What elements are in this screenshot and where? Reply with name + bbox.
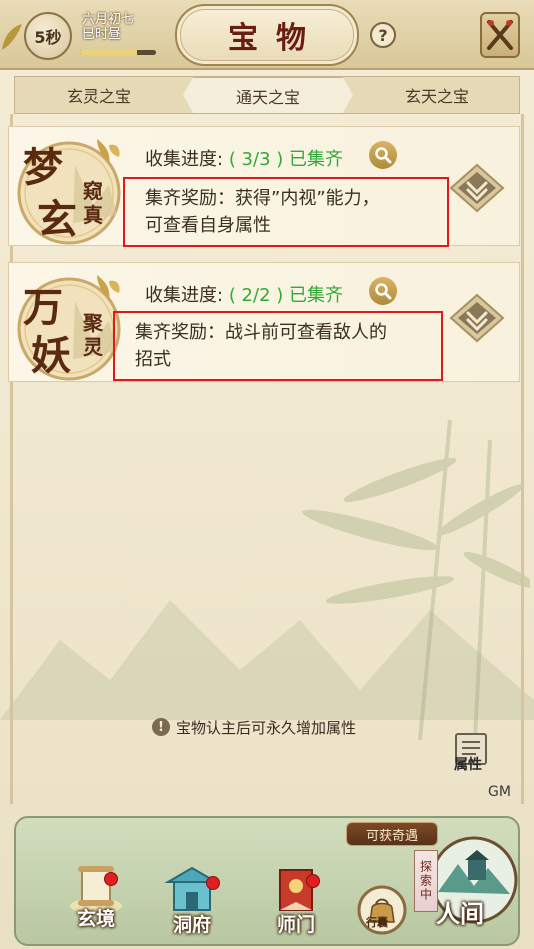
expand-down-icon[interactable] — [449, 163, 505, 213]
leaf-icon — [2, 24, 22, 50]
title-plate: 宝物 — [175, 4, 359, 66]
top-header: 5秒 六月初七 巳时昼 宝物 ? — [0, 0, 534, 70]
exclamation-glyph: ! — [158, 719, 164, 735]
gm-button[interactable]: GM — [488, 784, 511, 800]
bag-button[interactable]: 行囊 — [354, 884, 410, 936]
timer-text: 5秒 — [34, 28, 62, 47]
search-button[interactable] — [369, 141, 397, 169]
notification-dot — [104, 872, 118, 886]
category-tabs: 玄灵之宝 通天之宝 玄天之宝 — [14, 76, 520, 114]
exclamation-icon: ! — [152, 718, 170, 736]
collection-progress: 收集进度: ( 2/2 ) 已集齐 — [145, 281, 343, 307]
reward-description: 集齐奖励：战斗前可查看敌人的 招式 — [113, 311, 443, 381]
expand-down-icon[interactable] — [449, 293, 505, 343]
tab-label: 玄灵之宝 — [66, 87, 131, 106]
tab-xuanling[interactable]: 玄灵之宝 — [15, 77, 183, 113]
reward-line-1: 集齐奖励：战斗前可查看敌人的 — [135, 322, 387, 343]
attributes-button[interactable]: 属性 — [448, 730, 494, 778]
notification-dot — [206, 876, 220, 890]
adventure-label: 可获奇遇 — [365, 828, 418, 844]
notification-dot — [306, 874, 320, 888]
nav-label: 玄境 — [76, 908, 115, 930]
reward-line-1: 集齐奖励：获得”内视”能力， — [145, 188, 380, 209]
game-date: 六月初七 巳时昼 — [82, 12, 162, 42]
tab-xuantian[interactable]: 玄天之宝 — [353, 77, 521, 113]
attributes-label: 属性 — [454, 757, 482, 773]
collection-progress: 收集进度: ( 3/3 ) 已集齐 — [145, 145, 343, 171]
explore-label: 探索中 — [418, 860, 433, 902]
pavilion-icon — [164, 866, 220, 911]
treasure-card: 梦 玄 窥真 收集进度: ( 3/3 ) 已集齐 集齐奖励：获得”内视”能力， … — [8, 126, 520, 247]
date-line-2: 巳时昼 — [82, 27, 122, 42]
medal-small: 窥真 — [83, 179, 103, 227]
treasure-card: 万 妖 聚灵 收集进度: ( 2/2 ) 已集齐 集齐奖励：战斗前可查看敌人的 … — [8, 262, 520, 382]
nav-dongfu[interactable]: 洞府 — [154, 866, 230, 937]
info-notice: ! 宝物认主后可永久增加属性 — [152, 716, 356, 738]
help-button[interactable]: ? — [370, 22, 396, 48]
help-icon: ? — [378, 25, 388, 45]
medal-big-2: 玄 — [37, 196, 77, 243]
close-icon — [487, 20, 513, 50]
progress-value: ( 2/2 ) 已集齐 — [228, 285, 343, 306]
day-progress-bar — [80, 50, 156, 55]
page-title: 宝物 — [228, 21, 324, 56]
magnifier-icon — [375, 147, 392, 164]
date-line-1: 六月初七 — [82, 12, 135, 27]
progress-value: ( 3/3 ) 已集齐 — [228, 149, 343, 170]
medal-small: 聚灵 — [83, 311, 103, 359]
tab-tongtian[interactable]: 通天之宝 — [183, 77, 353, 113]
progress-label: 收集进度: — [145, 149, 224, 170]
nav-label: 师门 — [276, 914, 315, 936]
bag-label: 行囊 — [366, 916, 388, 929]
close-button[interactable] — [480, 12, 520, 58]
medal-big-1: 梦 — [23, 144, 63, 191]
magnifier-icon — [375, 283, 392, 300]
tab-label: 玄天之宝 — [404, 87, 469, 106]
search-button[interactable] — [369, 277, 397, 305]
exploring-tag: 探索中 — [414, 850, 438, 912]
progress-label: 收集进度: — [145, 285, 224, 306]
medal-big-2: 妖 — [31, 332, 71, 379]
reward-line-2: 招式 — [135, 349, 171, 370]
reward-description: 集齐奖励：获得”内视”能力， 可查看自身属性 — [123, 177, 449, 247]
nav-shimen[interactable]: 师门 — [258, 866, 334, 937]
nav-label: 洞府 — [172, 914, 211, 936]
notice-text: 宝物认主后可永久增加属性 — [176, 718, 357, 737]
world-label: 人间 — [436, 899, 484, 928]
timer-badge: 5秒 — [24, 12, 72, 60]
nav-xuanjing[interactable]: 玄境 — [56, 862, 136, 931]
tab-label: 通天之宝 — [235, 87, 300, 107]
reward-line-2: 可查看自身属性 — [145, 215, 271, 236]
day-progress-fill — [80, 50, 137, 55]
